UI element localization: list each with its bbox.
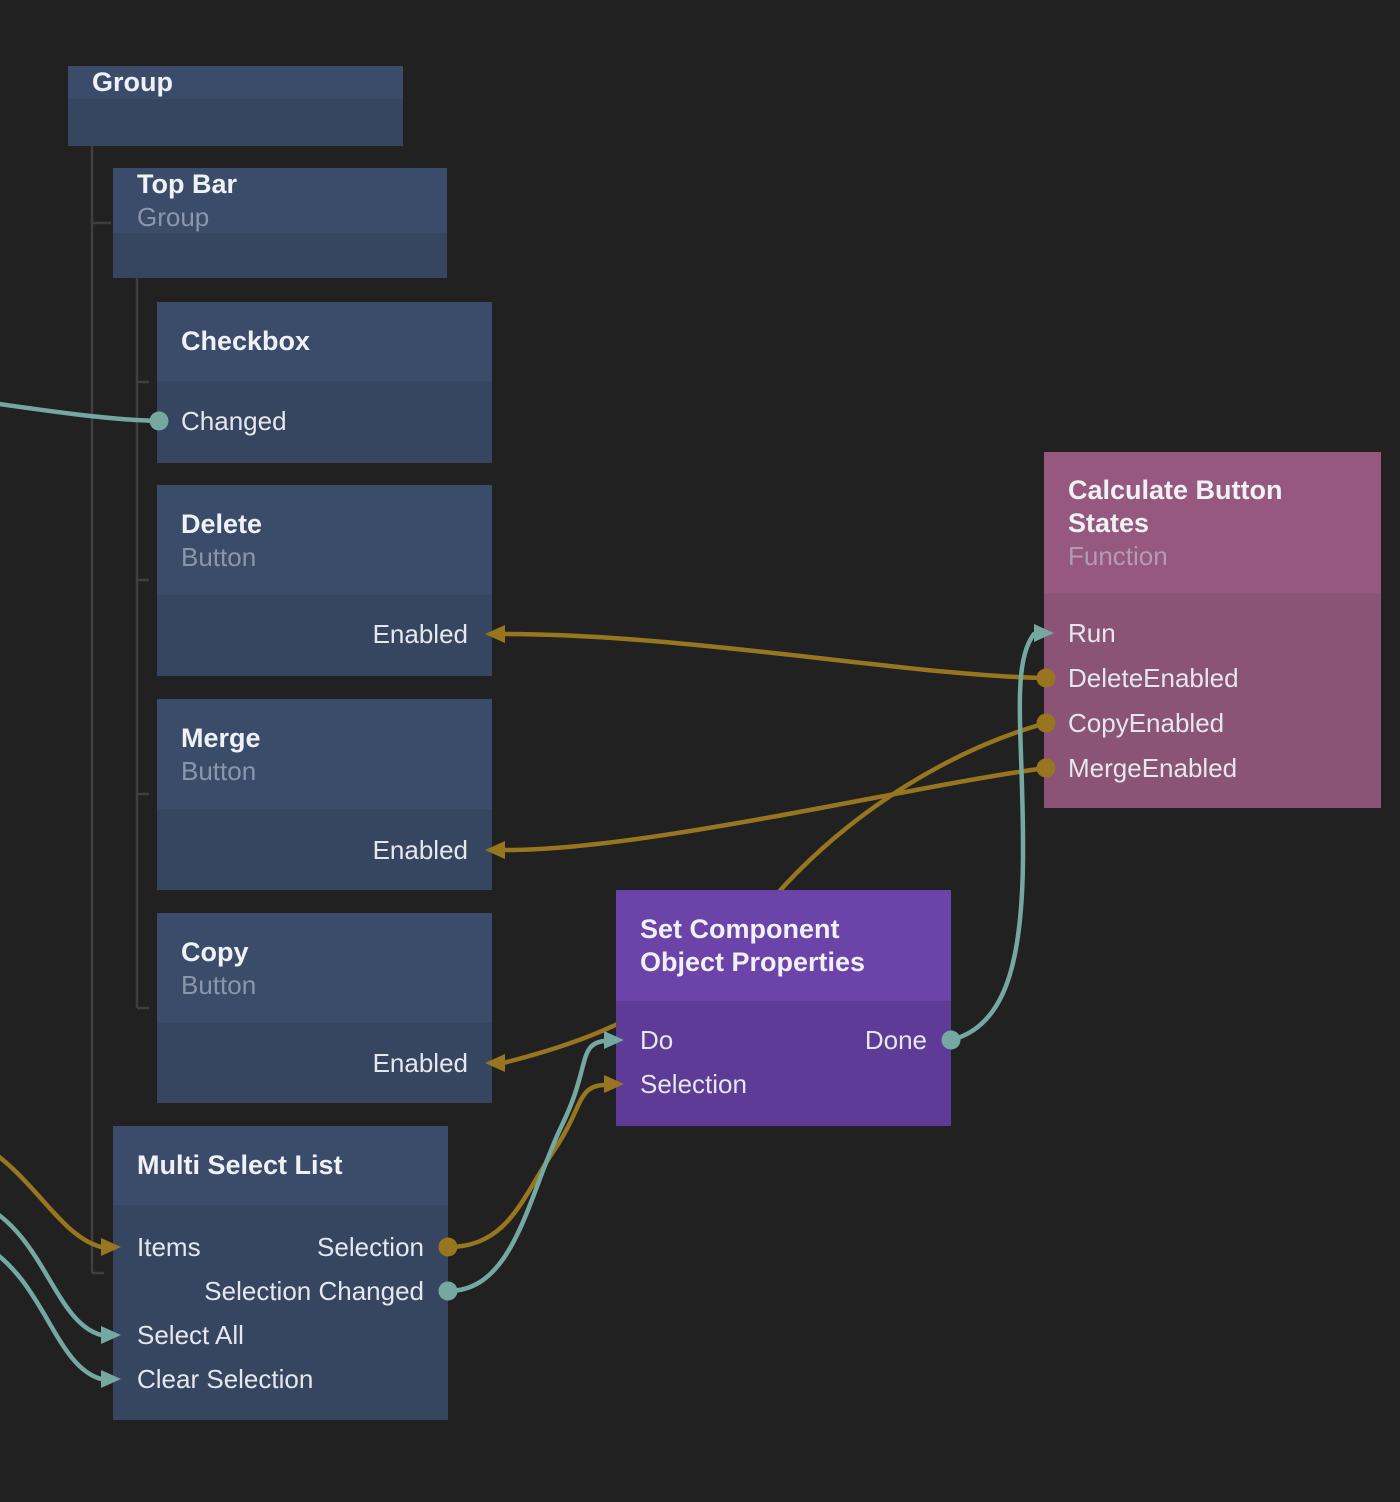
port-row-do-done[interactable]: Do Done xyxy=(616,1018,951,1062)
node-editor-canvas[interactable]: Group Top Bar Group Checkbox Changed Del… xyxy=(0,0,1400,1502)
node-title: Delete xyxy=(181,508,468,541)
port-selection-changed[interactable]: Selection Changed xyxy=(113,1269,448,1313)
port-clear-selection[interactable]: Clear Selection xyxy=(113,1357,448,1401)
node-calc-header: Calculate Button States Function xyxy=(1044,452,1381,593)
port-merge-enabled[interactable]: Enabled xyxy=(157,828,492,872)
port-label: Select All xyxy=(137,1320,244,1351)
tree-line-topbar-children xyxy=(137,278,149,1008)
node-merge[interactable]: Merge Button Enabled xyxy=(157,699,492,890)
tree-line-group-children xyxy=(92,146,111,1273)
port-label: MergeEnabled xyxy=(1068,753,1237,784)
wire-selection-to-setcomp-selection[interactable] xyxy=(448,1085,604,1247)
node-copy[interactable]: Copy Button Enabled xyxy=(157,913,492,1103)
port-copyenabled[interactable]: CopyEnabled xyxy=(1044,701,1381,746)
port-label: Run xyxy=(1068,618,1116,649)
node-set-component-object-properties[interactable]: Set Component Object Properties Do Done … xyxy=(616,890,951,1126)
wire-mergeenabled-to-merge-enabled[interactable] xyxy=(503,768,1046,850)
port-items[interactable]: Items xyxy=(137,1232,201,1263)
node-subtitle: Button xyxy=(181,541,468,573)
node-copy-header: Copy Button xyxy=(157,913,492,1023)
port-row-items-selection[interactable]: Items Selection xyxy=(113,1225,448,1269)
port-setcomp-selection[interactable]: Selection xyxy=(616,1062,951,1106)
node-setcomp-header: Set Component Object Properties xyxy=(616,890,951,1001)
wire-changed-to-offscreen[interactable] xyxy=(0,402,159,421)
node-title: Calculate Button States xyxy=(1068,474,1328,540)
node-delete[interactable]: Delete Button Enabled xyxy=(157,485,492,676)
port-copy-enabled[interactable]: Enabled xyxy=(157,1041,492,1085)
node-subtitle: Button xyxy=(181,755,468,787)
node-checkbox[interactable]: Checkbox Changed xyxy=(157,302,492,463)
wire-deleteenabled-to-delete-enabled[interactable] xyxy=(503,634,1046,678)
node-merge-header: Merge Button xyxy=(157,699,492,809)
node-title: Merge xyxy=(181,722,468,755)
node-title: Copy xyxy=(181,936,468,969)
port-label: Enabled xyxy=(373,1048,468,1079)
node-title: Top Bar xyxy=(137,168,423,201)
port-select-all[interactable]: Select All xyxy=(113,1313,448,1357)
node-delete-header: Delete Button xyxy=(157,485,492,595)
port-label: Enabled xyxy=(373,835,468,866)
node-subtitle: Group xyxy=(137,201,423,233)
port-delete-enabled[interactable]: Enabled xyxy=(157,612,492,656)
port-label: CopyEnabled xyxy=(1068,708,1224,739)
node-title: Checkbox xyxy=(181,325,468,358)
port-changed[interactable]: Changed xyxy=(157,399,492,443)
node-title: Multi Select List xyxy=(137,1149,424,1182)
node-title: Group xyxy=(92,66,379,99)
port-label: Clear Selection xyxy=(137,1364,313,1395)
port-label: Changed xyxy=(181,406,287,437)
port-deleteenabled[interactable]: DeleteEnabled xyxy=(1044,656,1381,701)
node-multi-select-list[interactable]: Multi Select List Items Selection Select… xyxy=(113,1126,448,1420)
node-multi-select-list-header: Multi Select List xyxy=(113,1126,448,1205)
node-checkbox-header: Checkbox xyxy=(157,302,492,381)
node-subtitle: Button xyxy=(181,969,468,1001)
port-do[interactable]: Do xyxy=(640,1025,673,1056)
port-mergeenabled[interactable]: MergeEnabled xyxy=(1044,746,1381,791)
node-calculate-button-states[interactable]: Calculate Button States Function Run Del… xyxy=(1044,452,1381,808)
node-subtitle: Function xyxy=(1068,540,1357,572)
node-title: Set Component Object Properties xyxy=(640,913,880,979)
port-label: Selection xyxy=(640,1069,747,1100)
node-group-header: Group xyxy=(68,66,403,99)
port-done[interactable]: Done xyxy=(865,1025,927,1056)
wire-done-to-run[interactable] xyxy=(951,634,1034,1040)
port-label: DeleteEnabled xyxy=(1068,663,1239,694)
node-group[interactable]: Group xyxy=(68,66,403,146)
port-selection[interactable]: Selection xyxy=(317,1232,424,1263)
port-label: Enabled xyxy=(373,619,468,650)
node-top-bar-header: Top Bar Group xyxy=(113,168,447,233)
port-run[interactable]: Run xyxy=(1044,611,1381,656)
wire-offscreen-to-clearselection[interactable] xyxy=(0,1246,101,1379)
node-top-bar[interactable]: Top Bar Group xyxy=(113,168,447,278)
port-label: Selection Changed xyxy=(204,1276,424,1307)
